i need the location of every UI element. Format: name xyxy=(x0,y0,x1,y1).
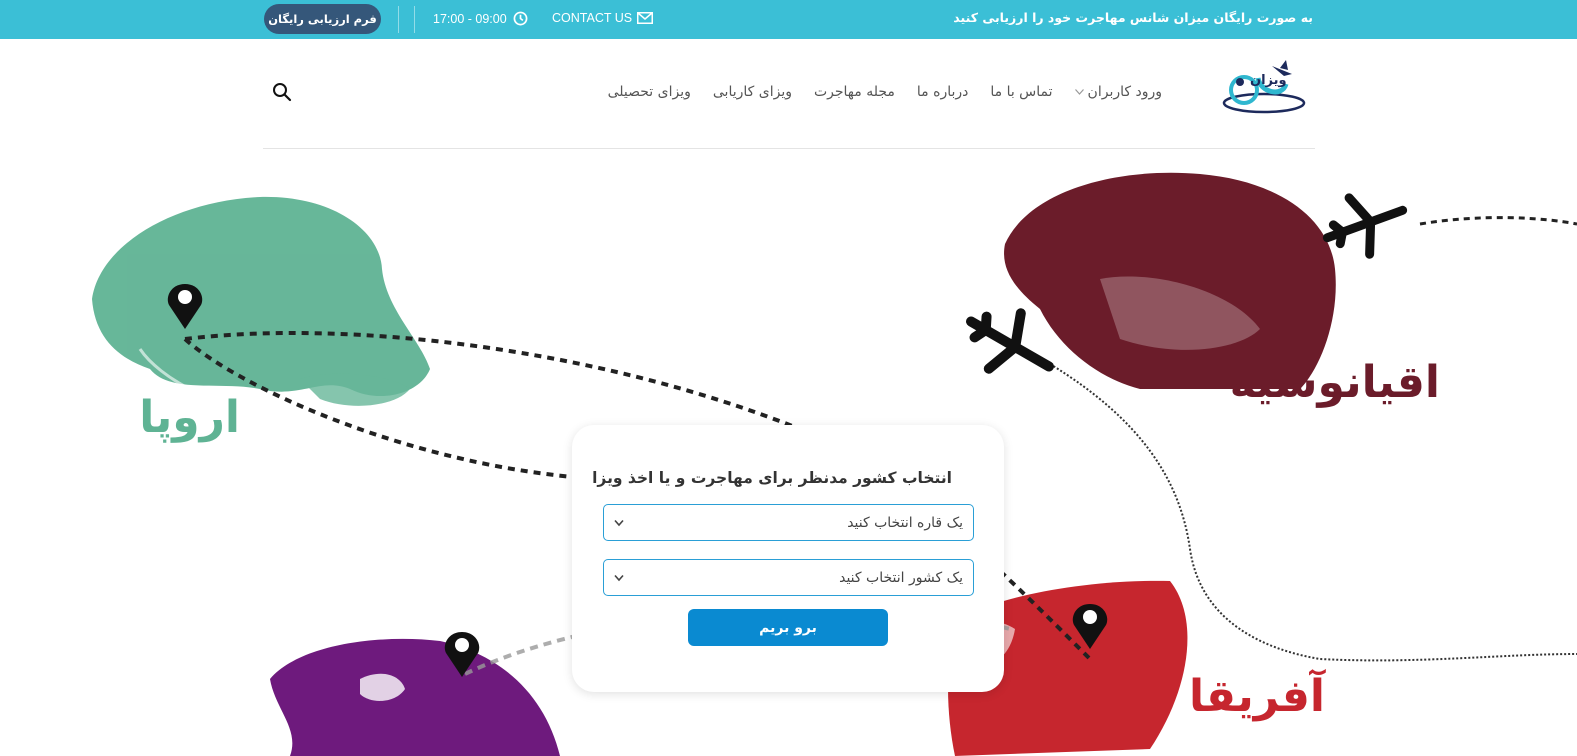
africa-label: آفریقا xyxy=(1189,668,1326,722)
continent-select-value: یک قاره انتخاب کنید xyxy=(847,514,963,531)
main-nav: ویزای تحصیلی ویزای کاریابی مجله مهاجرت د… xyxy=(608,84,1162,100)
working-hours: 09:00 - 17:00 xyxy=(433,11,528,26)
nav-migration-magazine[interactable]: مجله مهاجرت xyxy=(814,84,895,100)
contact-us-link[interactable]: CONTACT US xyxy=(552,11,654,25)
divider xyxy=(398,6,399,33)
hours-text: 09:00 - 17:00 xyxy=(433,11,507,26)
nav-study-visa[interactable]: ویزای تحصیلی xyxy=(608,84,691,100)
america-globe xyxy=(270,638,560,756)
oceania-label: اقیانوسیه xyxy=(1230,357,1440,408)
destination-form-card: انتخاب کشور مدنظر برای مهاجرت و یا اخذ و… xyxy=(572,425,1004,692)
nav-label: ویزای کاریابی xyxy=(712,84,792,100)
top-bar: به صورت رایگان میزان شانس مهاجرت خود را … xyxy=(0,0,1577,39)
envelope-icon xyxy=(637,12,654,24)
nav-label: تماس با ما xyxy=(990,84,1053,100)
submit-button[interactable]: برو بریم xyxy=(688,609,888,646)
search-icon[interactable] xyxy=(272,82,292,102)
form-title: انتخاب کشور مدنظر برای مهاجرت و یا اخذ و… xyxy=(592,469,952,487)
nav-label: ورود کاربران xyxy=(1087,84,1162,100)
continent-select[interactable]: یک قاره انتخاب کنید xyxy=(603,504,974,541)
chevron-down-icon xyxy=(614,519,624,526)
country-select[interactable]: یک کشور انتخاب کنید xyxy=(603,559,974,596)
promo-text: به صورت رایگان میزان شانس مهاجرت خود را … xyxy=(953,10,1313,25)
chevron-down-icon xyxy=(1074,89,1084,95)
nav-contact-us[interactable]: تماس با ما xyxy=(990,84,1052,100)
chevron-down-icon xyxy=(614,574,624,581)
europe-label: اروپا xyxy=(139,392,240,443)
nav-label: مجله مهاجرت xyxy=(813,84,895,100)
nav-label: ویزای تحصیلی xyxy=(607,84,691,100)
europe-globe xyxy=(92,196,430,406)
clock-icon xyxy=(513,11,528,26)
nav-label: درباره ما xyxy=(916,84,969,100)
nav-user-login[interactable]: ورود کاربران xyxy=(1074,84,1162,100)
contact-label: CONTACT US xyxy=(552,11,633,25)
nav-about-us[interactable]: درباره ما xyxy=(917,84,968,100)
country-select-value: یک کشور انتخاب کنید xyxy=(839,569,963,586)
divider xyxy=(414,6,415,33)
site-logo[interactable]: ویزان xyxy=(1222,58,1308,120)
free-assessment-button[interactable]: فرم ارزیابی رایگان xyxy=(264,4,381,34)
logo-text: ویزان xyxy=(1250,73,1287,88)
nav-work-visa[interactable]: ویزای کاریابی xyxy=(713,84,792,100)
